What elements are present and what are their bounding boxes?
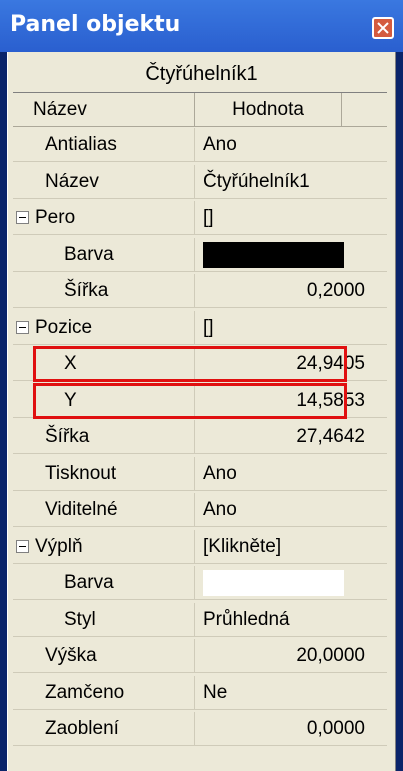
- grid-header: Název Hodnota: [13, 93, 387, 127]
- property-value[interactable]: []: [203, 201, 365, 234]
- property-name: Zaoblení: [45, 718, 119, 739]
- property-name: Zamčeno: [45, 681, 125, 703]
- property-value[interactable]: Ano: [203, 493, 365, 526]
- property-name: Tisknout: [45, 462, 117, 484]
- column-divider: [194, 566, 195, 599]
- property-value[interactable]: Čtyřúhelník1: [203, 165, 365, 198]
- property-row[interactable]: Viditelné Ano: [13, 493, 387, 527]
- header-value-column[interactable]: Hodnota: [195, 93, 342, 127]
- property-value[interactable]: Průhledná: [203, 603, 365, 636]
- column-divider: [194, 310, 195, 344]
- property-value[interactable]: Ano: [203, 457, 365, 490]
- property-row[interactable]: Zamčeno Ne: [13, 675, 387, 710]
- title-bar[interactable]: Panel objektu: [0, 0, 403, 52]
- property-row[interactable]: Zaoblení 0,0000: [13, 712, 387, 746]
- property-name: X: [64, 353, 77, 374]
- collapse-minus-icon[interactable]: [16, 320, 29, 334]
- color-swatch[interactable]: [203, 570, 344, 596]
- property-value[interactable]: 0,2000: [203, 274, 365, 307]
- column-divider: [194, 456, 195, 490]
- column-divider: [194, 128, 195, 161]
- property-value[interactable]: Ne: [203, 676, 365, 709]
- property-name: Výplň: [35, 535, 83, 557]
- close-button[interactable]: [372, 17, 394, 39]
- property-name: Y: [64, 389, 77, 411]
- property-name: Styl: [64, 608, 96, 630]
- property-value[interactable]: 0,0000: [203, 712, 365, 745]
- panel-body: Čtyřúhelník1 Název Hodnota Antialias Ano N…: [7, 52, 396, 771]
- color-swatch[interactable]: [203, 241, 344, 268]
- property-name: Barva: [64, 243, 114, 265]
- property-row[interactable]: Antialias Ano: [13, 128, 387, 162]
- property-row[interactable]: Šířka 0,2000: [13, 274, 387, 308]
- column-divider: [194, 383, 195, 417]
- window-title: Panel objektu: [10, 12, 181, 37]
- column-divider: [194, 529, 195, 563]
- property-name: Pero: [35, 207, 76, 228]
- property-value[interactable]: [Klikněte]: [203, 530, 365, 563]
- property-value[interactable]: 20,0000: [203, 639, 365, 672]
- column-divider: [194, 347, 195, 380]
- property-name: Šířka: [64, 280, 109, 301]
- property-name: Šířka: [45, 426, 90, 447]
- property-row[interactable]: Styl Průhledná: [13, 602, 387, 637]
- object-panel: Panel objektu Čtyřúhelník1 Název Hodnota…: [0, 0, 403, 771]
- property-row[interactable]: Tisknout Ano: [13, 456, 387, 491]
- column-divider: [194, 712, 195, 745]
- property-grid: Název Hodnota Antialias Ano Název Čtyřúheln…: [13, 92, 387, 758]
- property-value[interactable]: Ano: [203, 128, 365, 161]
- column-divider: [194, 602, 195, 636]
- property-row[interactable]: Barva: [13, 237, 387, 272]
- close-icon: [377, 22, 389, 34]
- property-row[interactable]: Y 14,5853: [13, 383, 387, 418]
- property-row[interactable]: Pero []: [13, 201, 387, 235]
- header-spacer: [342, 93, 387, 127]
- property-value[interactable]: 24,9405: [203, 347, 365, 380]
- column-divider: [194, 237, 195, 271]
- property-row[interactable]: Název Čtyřúhelník1: [13, 164, 387, 199]
- property-name: Pozice: [35, 316, 93, 338]
- column-divider: [194, 493, 195, 526]
- property-row[interactable]: Výplň [Klikněte]: [13, 529, 387, 564]
- column-divider: [194, 164, 195, 198]
- column-divider: [194, 675, 195, 709]
- property-value[interactable]: 27,4642: [203, 420, 365, 453]
- property-value[interactable]: []: [203, 311, 365, 344]
- property-name: Barva: [64, 572, 114, 593]
- property-row[interactable]: Barva: [13, 566, 387, 600]
- object-name: Čtyřúhelník1: [145, 63, 258, 85]
- property-name: Název: [45, 170, 99, 192]
- collapse-minus-icon[interactable]: [16, 539, 29, 553]
- property-row[interactable]: Šířka 27,4642: [13, 420, 387, 454]
- property-row[interactable]: Výška 20,0000: [13, 639, 387, 673]
- column-divider: [194, 201, 195, 234]
- column-divider: [194, 274, 195, 307]
- collapse-minus-icon[interactable]: [16, 211, 29, 224]
- property-row[interactable]: Pozice []: [13, 310, 387, 345]
- property-name: Viditelné: [45, 499, 118, 520]
- property-value[interactable]: 14,5853: [203, 384, 365, 417]
- column-divider: [194, 639, 195, 672]
- property-row[interactable]: X 24,9405: [13, 347, 387, 381]
- property-name: Antialias: [45, 134, 117, 155]
- property-name: Výška: [45, 645, 97, 666]
- header-name-column[interactable]: Název: [13, 93, 195, 127]
- column-divider: [194, 420, 195, 453]
